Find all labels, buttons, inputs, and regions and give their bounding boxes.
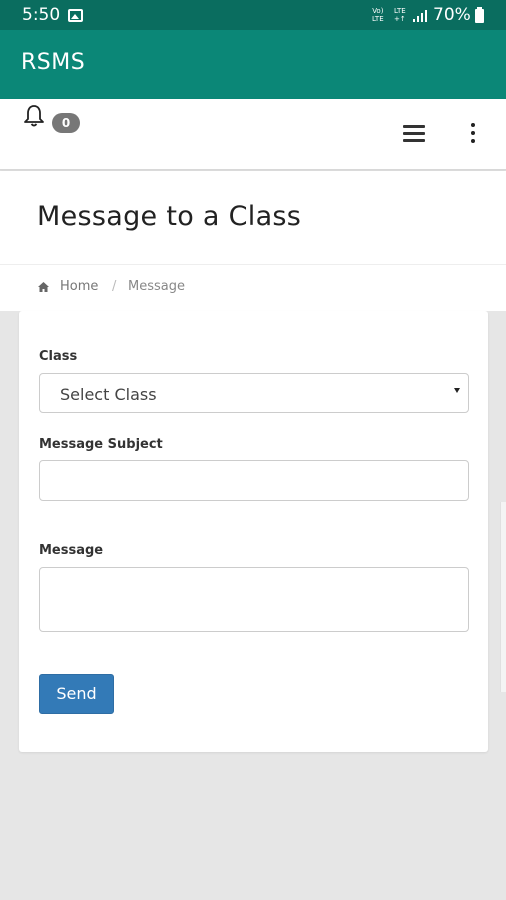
message-subject-input[interactable] [39,460,469,501]
breadcrumb-separator: / [112,279,117,294]
message-label: Message [39,543,104,558]
bell-icon[interactable] [23,104,45,128]
hamburger-menu-icon[interactable] [403,125,425,143]
top-nav: 0 [0,99,506,170]
message-textarea[interactable] [39,567,469,632]
message-form-card: Class Select Class Message Subject Messa… [19,311,488,752]
breadcrumb-home-link[interactable]: Home [60,279,98,294]
class-select-value: Select Class [60,385,157,404]
lte-indicator: LTE +↑ [394,7,406,23]
status-time: 5:50 [22,5,61,25]
page-header: Message to a Class [0,171,506,265]
more-vert-icon[interactable] [466,123,480,143]
breadcrumb-current: Message [128,279,185,294]
breadcrumb: Home / Message [0,265,506,311]
page-title: Message to a Class [37,201,302,232]
app-bar: RSMS [0,30,506,99]
class-label: Class [39,349,78,364]
volte-indicator: Vo) LTE [372,7,384,23]
status-bar: 5:50 Vo) LTE LTE +↑ 70% [0,0,506,30]
battery-percentage: 70% [433,5,471,25]
app-title: RSMS [21,50,86,75]
battery-icon [475,7,484,23]
notification-count-badge[interactable]: 0 [52,113,80,133]
class-select[interactable]: Select Class [39,373,469,413]
message-subject-label: Message Subject [39,437,163,452]
gallery-notification-icon [68,9,83,22]
scroll-edge [500,502,506,692]
signal-icon [413,10,427,22]
send-button[interactable]: Send [39,674,114,714]
dropdown-arrow-icon [454,388,460,393]
home-icon [38,282,49,292]
